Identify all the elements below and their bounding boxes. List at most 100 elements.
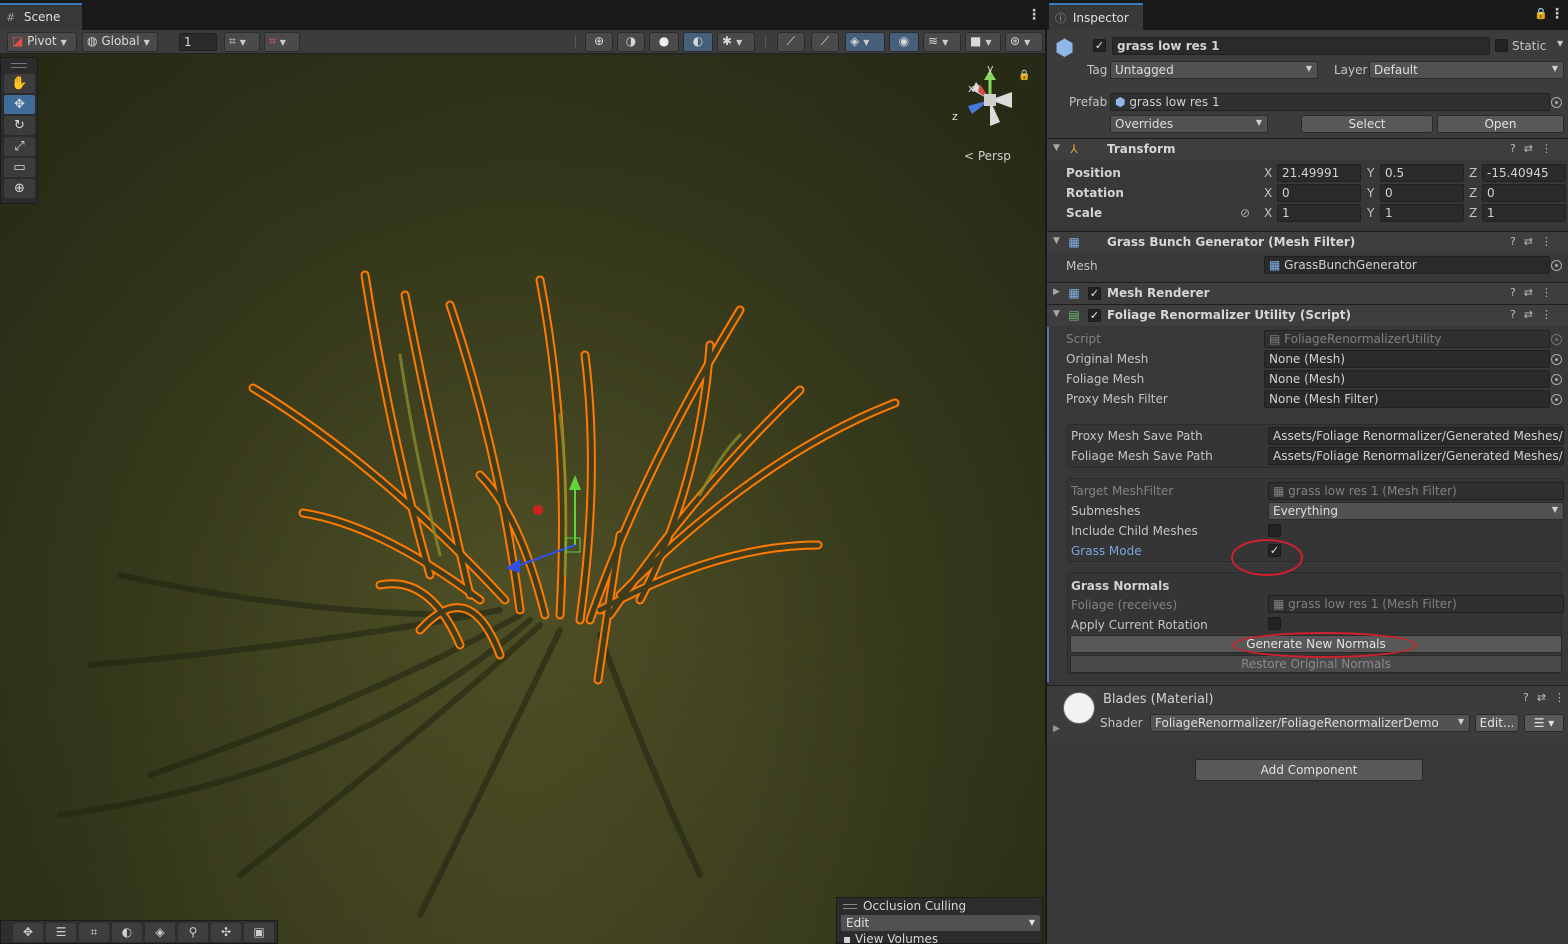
shader-edit-button[interactable]: Edit... [1475, 714, 1519, 732]
global-dropdown[interactable]: ◍ Global ▼ [82, 32, 158, 52]
prefab-open-button[interactable]: Open [1437, 115, 1564, 133]
fold-right-icon[interactable]: ▶ [1053, 724, 1060, 734]
scene-orientation-gizmo[interactable]: y x z 🔒 [950, 60, 1030, 140]
foliage-script-header[interactable]: ▼ ▤ ✓ Foliage Renormalizer Utility (Scri… [1047, 304, 1568, 326]
scale-tool[interactable]: ⤢ [4, 137, 35, 156]
grip-icon[interactable] [11, 63, 27, 68]
submeshes-dropdown[interactable]: Everything ▼ [1268, 502, 1564, 520]
constrain-proportions-icon[interactable]: ⊘ [1240, 206, 1250, 220]
fold-down-icon[interactable]: ▼ [1053, 143, 1060, 153]
object-picker-icon[interactable] [1551, 97, 1562, 108]
2d-toggle-button[interactable]: ⟋ [777, 32, 805, 52]
rotation-z-field[interactable]: 0 [1482, 184, 1566, 202]
lighting-toggle-button[interactable]: ⟋ [811, 32, 839, 52]
fold-down-icon[interactable]: ▼ [1053, 309, 1060, 319]
camera-button[interactable]: ■ ▼ [965, 32, 1001, 52]
scale-z-field[interactable]: 1 [1482, 204, 1566, 222]
component-header-icons[interactable]: ?⇄⋮ [1510, 142, 1560, 155]
scale-x-field[interactable]: 1 [1277, 204, 1361, 222]
prefab-field[interactable]: ⬢ grass low res 1 [1110, 93, 1550, 111]
overrides-dropdown[interactable]: Overrides ▼ [1110, 115, 1268, 133]
grid-overlay-button[interactable]: ⌗ [79, 923, 109, 942]
transform-tool[interactable]: ⊕ [4, 179, 35, 198]
grid-size-field[interactable]: 1 [179, 33, 217, 51]
wireframe-button[interactable]: ⊕ [585, 32, 613, 52]
object-name-field[interactable]: grass low res 1 [1112, 37, 1490, 55]
mesh-renderer-enabled-checkbox[interactable]: ✓ [1088, 287, 1101, 300]
pivot-dropdown[interactable]: ◪ Pivot ▼ [7, 32, 77, 52]
prefab-select-button[interactable]: Select [1301, 115, 1433, 133]
foliage-save-path-field[interactable]: Assets/Foliage Renormalizer/Generated Me… [1268, 447, 1564, 465]
scale-y-field[interactable]: 1 [1380, 204, 1464, 222]
original-mesh-field[interactable]: None (Mesh) [1264, 350, 1550, 368]
increment-snap-button[interactable]: ⌗ ▼ [264, 32, 300, 52]
gizmo-lock-icon[interactable]: 🔒 [1018, 69, 1030, 81]
view-volumes-toggle[interactable]: ▪ View Volumes [843, 932, 938, 944]
visibility-button[interactable]: ◉ [889, 32, 919, 52]
object-picker-icon[interactable] [1551, 394, 1562, 405]
layer-dropdown[interactable]: Default ▼ [1369, 61, 1564, 79]
add-component-button[interactable]: Add Component [1195, 759, 1423, 781]
shader-dropdown[interactable]: FoliageRenormalizer/FoliageRenormalizerD… [1150, 714, 1470, 732]
layers-button[interactable]: ≋ ▼ [923, 32, 961, 52]
orientation-button[interactable]: ◐ [112, 923, 142, 942]
apply-current-rotation-checkbox[interactable] [1268, 617, 1281, 630]
include-child-meshes-checkbox[interactable] [1268, 524, 1281, 537]
effects-button[interactable]: ◈ ▼ [845, 32, 885, 52]
prefab-cube-icon[interactable]: ⬢ [1055, 36, 1081, 62]
component-header-icons[interactable]: ?⇄⋮ [1510, 286, 1560, 299]
camera-overlay-button[interactable]: ▣ [244, 923, 274, 942]
transform-header[interactable]: ▼ ⅄ Transform ?⇄⋮ [1047, 138, 1568, 160]
occlusion-mode-dropdown[interactable]: Edit ▼ [841, 915, 1040, 931]
component-header-icons[interactable]: ?⇄⋮ [1510, 308, 1560, 321]
mesh-filter-header[interactable]: ▼ ▦ Grass Bunch Generator (Mesh Filter) … [1047, 231, 1568, 253]
tab-inspector[interactable]: ⓘ Inspector [1049, 3, 1143, 30]
object-picker-icon[interactable] [1551, 354, 1562, 365]
scene-viewport[interactable] [0, 55, 1045, 944]
debug-draw-button[interactable]: ✱ ▼ [717, 32, 755, 52]
material-preview-icon[interactable] [1063, 692, 1095, 724]
persp-label[interactable]: < Persp [964, 149, 1011, 163]
fold-right-icon[interactable]: ▶ [1053, 287, 1060, 297]
gizmos-button[interactable]: ⊛ ▼ [1005, 32, 1043, 52]
rotate-tool[interactable]: ↻ [4, 116, 35, 135]
material-header-icons[interactable]: ?⇄⋮ [1523, 691, 1568, 704]
search-button[interactable]: ⚲ [178, 923, 208, 942]
static-checkbox[interactable] [1495, 39, 1508, 52]
component-header-icons[interactable]: ?⇄⋮ [1510, 235, 1560, 248]
proxy-save-path-field[interactable]: Assets/Foliage Renormalizer/Generated Me… [1268, 427, 1564, 445]
rotation-y-field[interactable]: 0 [1380, 184, 1464, 202]
shaded-wireframe-button[interactable]: ◑ [617, 32, 645, 52]
tab-scene[interactable]: # Scene [0, 3, 82, 30]
object-picker-icon[interactable] [1551, 374, 1562, 385]
hand-tool[interactable]: ✋ [4, 74, 35, 93]
grid-snap-button[interactable]: ⌗ ▼ [224, 32, 260, 52]
shader-menu-button[interactable]: ☰ ▾ [1524, 714, 1564, 732]
layers-overlay-button[interactable]: ◈ [145, 923, 175, 942]
tool-settings-button[interactable]: ☰ [46, 923, 76, 942]
rect-tool[interactable]: ▭ [4, 158, 35, 177]
proxy-mesh-filter-field[interactable]: None (Mesh Filter) [1264, 390, 1550, 408]
occlusion-title[interactable]: Occlusion Culling [843, 899, 966, 913]
position-y-field[interactable]: 0.5 [1380, 164, 1464, 182]
lock-icon[interactable]: 🔒 [1534, 7, 1548, 20]
mesh-field[interactable]: ▦ GrassBunchGenerator [1264, 256, 1550, 274]
inspector-menu-icon[interactable]: ⋮ [1550, 6, 1564, 22]
rotation-x-field[interactable]: 0 [1277, 184, 1361, 202]
scene-menu-icon[interactable]: ⋮ [1027, 7, 1041, 23]
lit-button[interactable]: ◐ [683, 32, 713, 52]
foliage-mesh-field[interactable]: None (Mesh) [1264, 370, 1550, 388]
object-picker-icon[interactable] [1551, 260, 1562, 271]
move-overlay-button[interactable]: ✥ [13, 923, 43, 942]
position-x-field[interactable]: 21.49991 [1277, 164, 1361, 182]
move-tool[interactable]: ✥ [4, 95, 35, 114]
position-z-field[interactable]: -15.40945 [1482, 164, 1566, 182]
foliage-script-enabled-checkbox[interactable]: ✓ [1088, 309, 1101, 322]
fold-down-icon[interactable]: ▼ [1053, 236, 1060, 246]
tag-dropdown[interactable]: Untagged ▼ [1110, 61, 1318, 79]
shaded-button[interactable]: ● [649, 32, 679, 52]
pivot-overlay-button[interactable]: ✣ [211, 923, 241, 942]
mesh-renderer-header[interactable]: ▶ ▦ ✓ Mesh Renderer ?⇄⋮ [1047, 282, 1568, 304]
chevron-down-icon[interactable]: ▼ [1557, 39, 1563, 48]
object-active-checkbox[interactable]: ✓ [1093, 39, 1106, 52]
